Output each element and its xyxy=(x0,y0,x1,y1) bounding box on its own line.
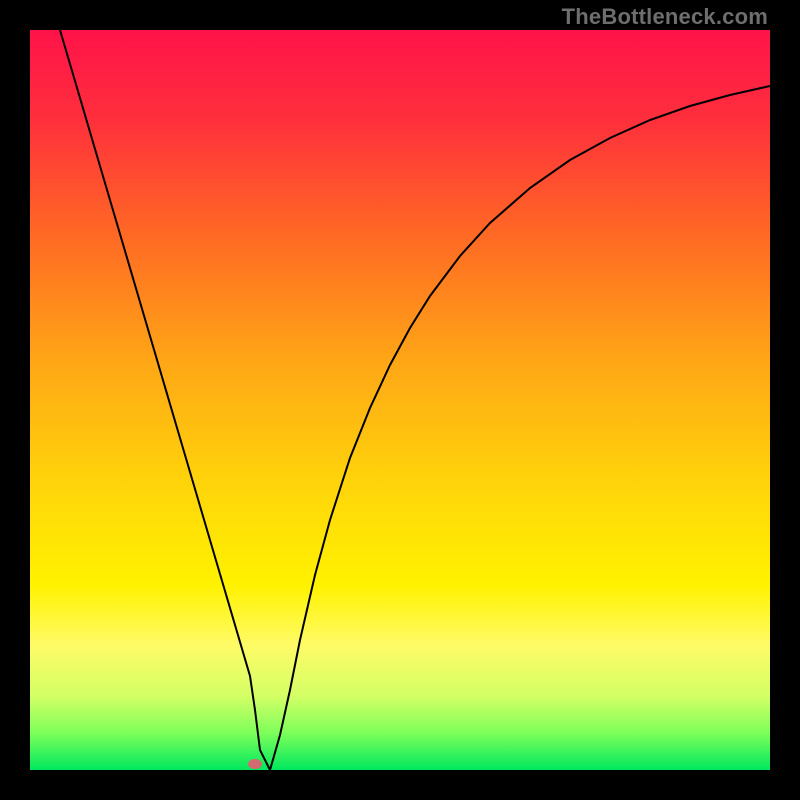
optimal-point-marker xyxy=(248,759,262,769)
chart-area xyxy=(30,30,770,770)
chart-svg xyxy=(30,30,770,770)
gradient-rect xyxy=(30,30,770,770)
watermark-text: TheBottleneck.com xyxy=(562,4,768,30)
